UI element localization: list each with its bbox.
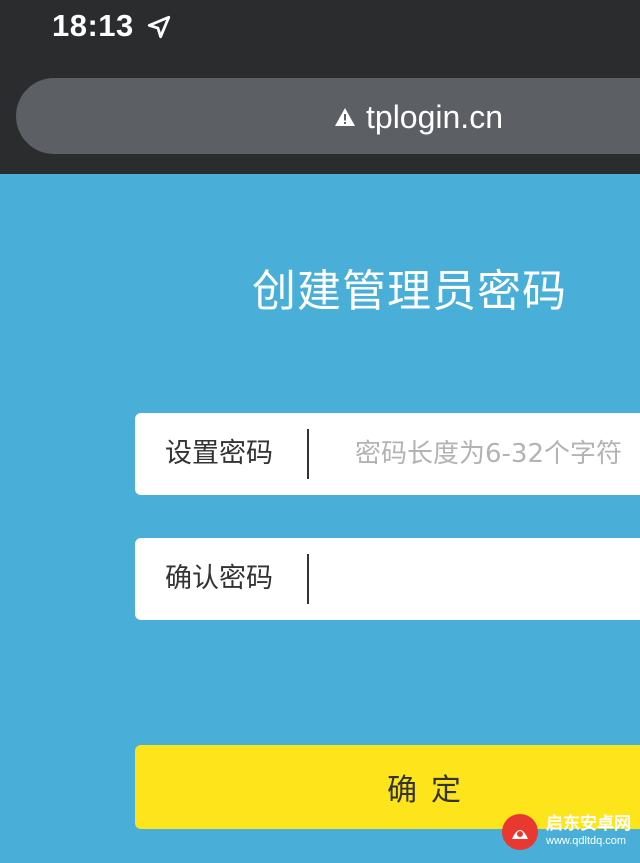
- set-password-input[interactable]: [325, 413, 640, 495]
- set-password-label: 设置密码: [165, 438, 273, 469]
- screen: 18:13 tplogin.cn 创建管理员密码 设置密码 确认密码 确定 启东…: [0, 0, 640, 863]
- confirm-password-row: 确认密码: [135, 538, 640, 620]
- url-bar[interactable]: [16, 78, 640, 154]
- confirm-password-input[interactable]: [325, 538, 640, 620]
- watermark-logo-icon: [502, 813, 538, 850]
- set-password-row: 设置密码: [135, 413, 640, 495]
- confirm-password-label: 确认密码: [165, 563, 273, 594]
- watermark: 启东安卓网 www.qdltdq.com: [500, 800, 640, 863]
- warning-triangle-icon: [335, 108, 355, 126]
- url-text: tplogin.cn: [366, 99, 503, 135]
- page-title: 创建管理员密码: [252, 266, 567, 317]
- status-time: 18:13: [52, 8, 134, 43]
- watermark-url: www.qdltdq.com: [546, 835, 627, 847]
- location-arrow-icon: [147, 15, 171, 39]
- field-divider: [307, 429, 309, 479]
- url-display[interactable]: tplogin.cn: [334, 97, 503, 137]
- field-divider: [307, 554, 309, 604]
- watermark-name: 启东安卓网: [546, 814, 631, 834]
